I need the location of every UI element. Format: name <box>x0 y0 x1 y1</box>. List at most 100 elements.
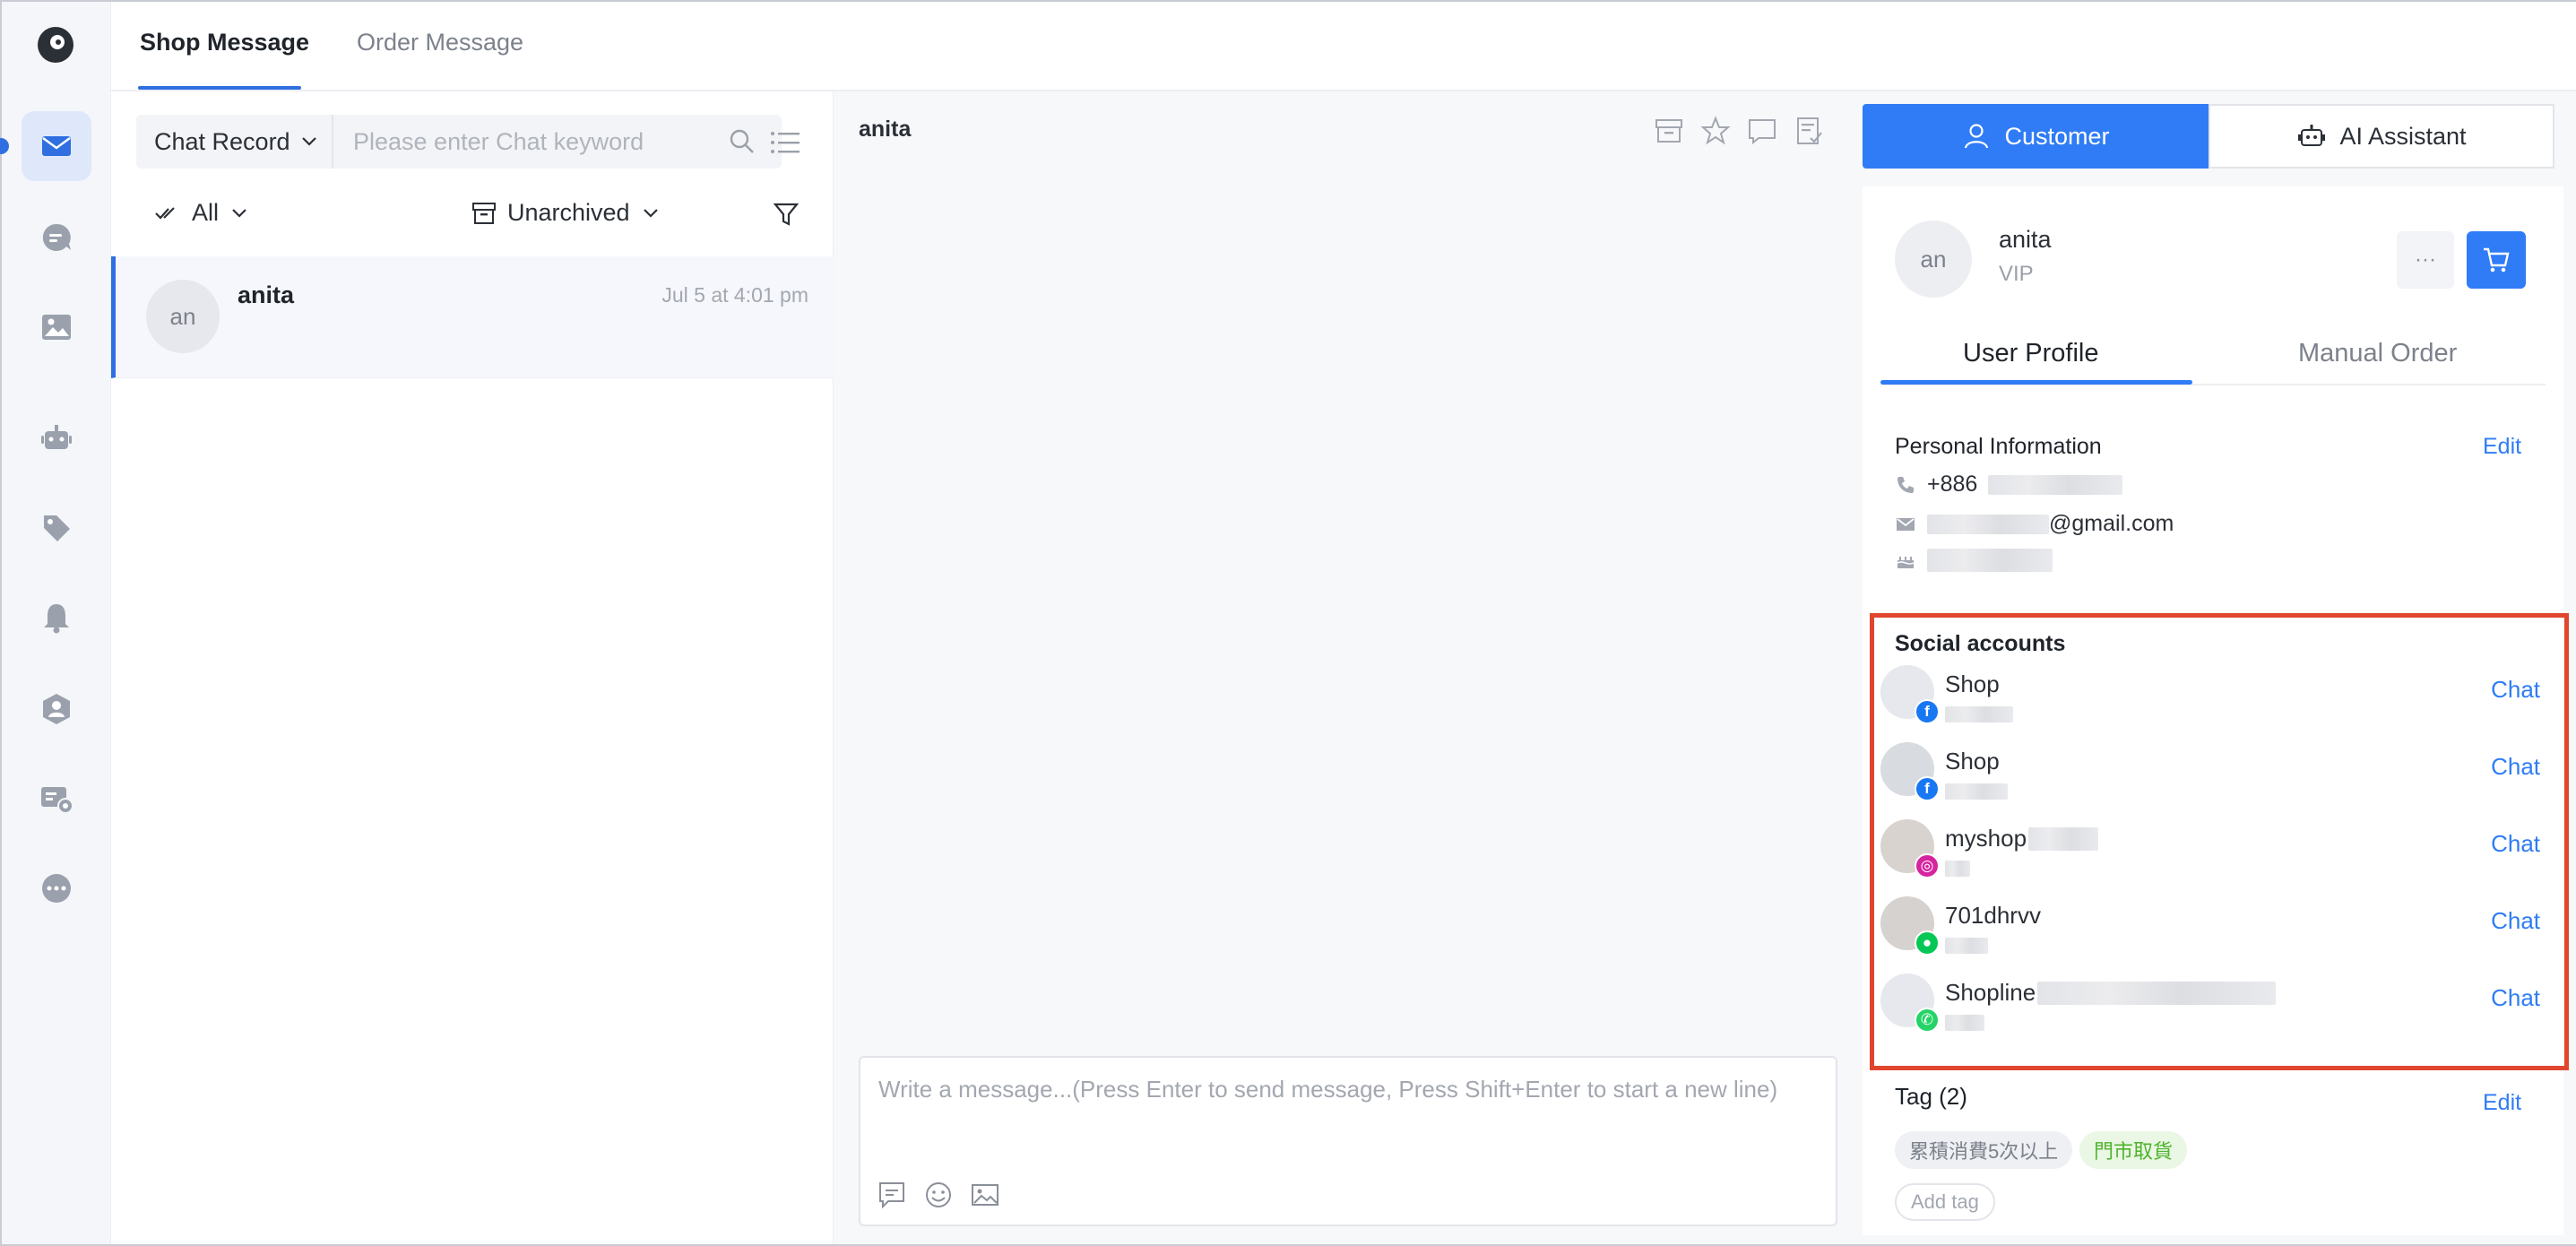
social-account-item: f Shop Chat <box>1880 740 2562 812</box>
redacted-phone <box>1988 474 2123 495</box>
profile-sub-tabs: User Profile Manual Order <box>1880 321 2546 385</box>
rail-messages-button[interactable] <box>22 111 91 181</box>
read-filter-dropdown[interactable]: All <box>154 199 258 227</box>
social-account-name: Shop <box>1945 671 2000 697</box>
chat-panel: anita <box>834 91 1861 1244</box>
avatar: f <box>1880 665 1940 724</box>
quick-reply-icon[interactable] <box>877 1180 907 1210</box>
comment-icon <box>42 223 71 251</box>
social-account-name: Shop <box>1945 748 2000 774</box>
side-tab-bar: Customer AI Assistant <box>1863 104 2563 169</box>
checklist-icon[interactable] <box>1793 115 1825 147</box>
tab-order-message[interactable]: Order Message <box>357 29 523 56</box>
whatsapp-icon: ✆ <box>1915 1008 1940 1033</box>
more-options-button[interactable]: ··· <box>2397 231 2454 289</box>
image-upload-icon[interactable] <box>970 1180 1000 1210</box>
chat-header-actions <box>1653 115 1825 147</box>
chat-link[interactable]: Chat <box>2491 984 2540 1012</box>
avatar: ◎ <box>1880 819 1940 878</box>
social-account-subtitle <box>1945 861 1970 881</box>
more-icon <box>42 874 71 903</box>
personal-info-title: Personal Information <box>1895 434 2102 459</box>
read-filter-label: All <box>192 199 220 226</box>
avatar: ● <box>1880 896 1940 956</box>
social-account-name: myshop <box>1945 825 2099 852</box>
chat-link[interactable]: Chat <box>2491 676 2540 704</box>
chat-keyword-input[interactable] <box>335 115 730 169</box>
mail-icon <box>1897 517 1915 531</box>
avatar: an <box>146 280 220 353</box>
tab-user-profile[interactable]: User Profile <box>1963 339 2099 368</box>
archive-icon[interactable] <box>1653 115 1685 147</box>
chat-link[interactable]: Chat <box>2491 830 2540 858</box>
message-input[interactable] <box>860 1058 1836 1174</box>
social-account-item: ● 701dhrvv Chat <box>1880 895 2562 966</box>
search-icon[interactable] <box>728 127 756 156</box>
social-account-subtitle <box>1945 783 2008 804</box>
email-row: @gmail.com <box>1895 511 2174 537</box>
funnel-filter-icon[interactable] <box>773 201 800 228</box>
tab-manual-order[interactable]: Manual Order <box>2298 339 2457 368</box>
archive-filter-dropdown[interactable]: Unarchived <box>471 199 659 227</box>
rail-chat-settings-button[interactable] <box>22 764 91 834</box>
chat-title: anita <box>859 117 912 142</box>
robot-icon <box>2298 125 2326 146</box>
tab-ai-assistant[interactable]: AI Assistant <box>2209 104 2554 169</box>
chat-link[interactable]: Chat <box>2491 753 2540 781</box>
rail-users-button[interactable] <box>22 674 91 744</box>
star-icon[interactable] <box>1699 115 1732 147</box>
emoji-icon[interactable] <box>923 1180 954 1210</box>
birthday-row <box>1895 549 2053 572</box>
rail-notifications-button[interactable] <box>22 583 91 653</box>
conversation-item[interactable]: an anita Jul 5 at 4:01 pm <box>111 256 834 378</box>
left-rail <box>0 2 111 1244</box>
rail-bot-button[interactable] <box>22 403 91 473</box>
search-bar: Chat Record <box>136 115 782 169</box>
tag-badge: 累積消費5次以上 <box>1895 1131 2073 1169</box>
record-type-select[interactable]: Chat Record <box>136 115 333 169</box>
chat-header: anita <box>834 91 1861 169</box>
chat-link[interactable]: Chat <box>2491 907 2540 935</box>
rail-tags-button[interactable] <box>22 493 91 563</box>
edit-personal-info-link[interactable]: Edit <box>2483 434 2521 460</box>
user-icon <box>1965 124 1989 149</box>
email-domain: @gmail.com <box>2049 511 2174 536</box>
chevron-down-icon <box>301 137 316 146</box>
instagram-icon: ◎ <box>1915 853 1940 878</box>
phone-icon <box>1897 476 1914 493</box>
tab-shop-message[interactable]: Shop Message <box>140 29 309 56</box>
facebook-icon: f <box>1915 699 1940 724</box>
message-composer <box>859 1056 1837 1226</box>
tab-ai-assistant-label: AI Assistant <box>2339 122 2467 150</box>
top-tab-bar: Shop Message Order Message <box>111 2 2576 91</box>
double-check-icon <box>155 206 175 220</box>
customer-name: anita <box>1999 226 2052 253</box>
list-view-icon[interactable] <box>770 129 800 156</box>
phone-prefix: +886 <box>1927 472 1978 497</box>
note-icon[interactable] <box>1746 115 1778 147</box>
phone-row: +886 <box>1895 472 2123 498</box>
customer-card: an anita VIP ··· User Profile Manual Ord… <box>1863 186 2563 1235</box>
avatar: an <box>1895 221 1972 298</box>
chat-settings-icon <box>41 787 73 814</box>
mail-icon <box>42 136 71 156</box>
tag-section-title: Tag (2) <box>1895 1083 1967 1110</box>
tab-customer[interactable]: Customer <box>1863 104 2209 169</box>
tag-badge: 門市取貨 <box>2079 1131 2188 1169</box>
image-icon <box>42 315 71 340</box>
avatar: ✆ <box>1880 973 1940 1033</box>
edit-tags-link[interactable]: Edit <box>2483 1090 2521 1116</box>
social-account-name: Shopline <box>1945 979 2277 1007</box>
rail-comments-button[interactable] <box>22 203 91 273</box>
rail-more-button[interactable] <box>22 853 91 923</box>
conversation-name: anita <box>238 281 295 308</box>
social-account-subtitle <box>1945 706 2013 727</box>
redacted-email <box>1927 514 2049 534</box>
add-tag-button[interactable]: Add tag <box>1895 1183 1995 1221</box>
archive-filter-label: Unarchived <box>507 199 630 226</box>
composer-toolbar <box>877 1180 1000 1210</box>
customer-side-panel: Customer AI Assistant an anita VIP ··· U… <box>1861 91 2576 1244</box>
cart-button[interactable] <box>2467 231 2526 289</box>
rail-media-button[interactable] <box>22 292 91 362</box>
chevron-down-icon <box>643 208 658 218</box>
